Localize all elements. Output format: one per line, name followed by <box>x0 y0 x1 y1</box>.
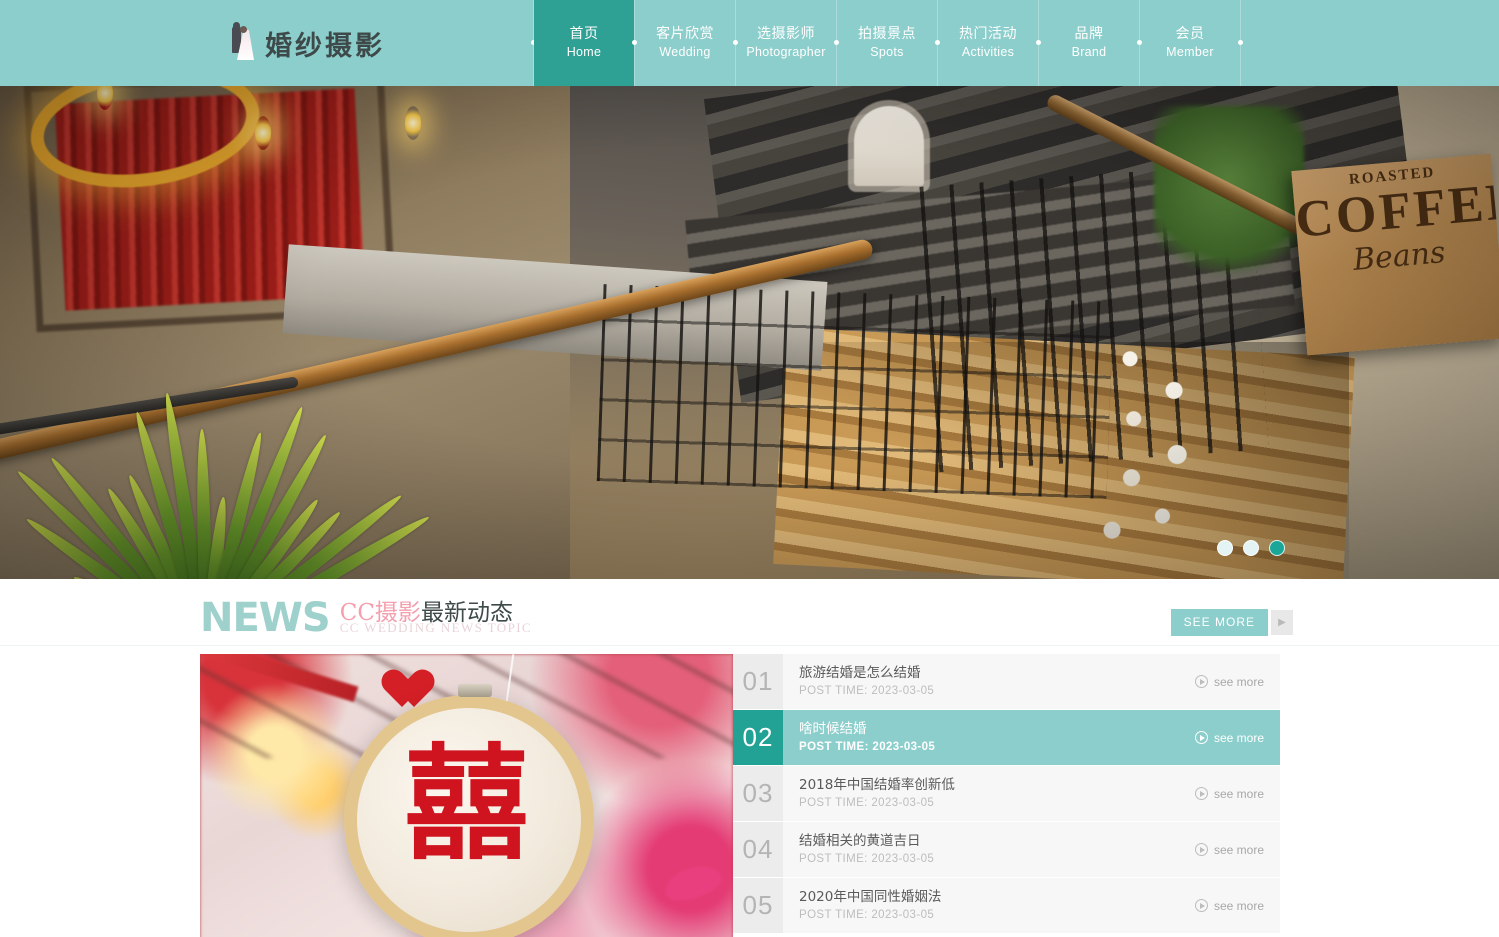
play-circle-icon <box>1194 899 1208 912</box>
news-item-date: POST TIME: 2023-03-05 <box>799 909 935 921</box>
hero-carousel[interactable]: ROASTED COFFEE Beans <box>0 86 1499 579</box>
nav-item-brand[interactable]: 品牌 Brand <box>1039 0 1139 86</box>
hero-dot-1[interactable] <box>1217 540 1233 556</box>
news-title-group: NEWS CC摄影最新动态 CC WEDDING NEWS TOPIC <box>200 595 532 645</box>
nav-item-activities[interactable]: 热门活动 Activities <box>938 0 1038 86</box>
news-section: NEWS CC摄影最新动态 CC WEDDING NEWS TOPIC SEE … <box>0 579 1499 937</box>
news-item-see-more-label: see more <box>1213 786 1264 801</box>
news-item-see-more-label: see more <box>1213 730 1264 745</box>
site-header: 婚纱摄影 首页 Home 客片欣赏 Wedding 选摄影师 Photograp… <box>0 0 1499 86</box>
see-more-arrow-icon[interactable]: ▶ <box>1271 610 1293 635</box>
logo-text: 婚纱摄影 <box>265 30 385 62</box>
news-see-more-group: SEE MORE ▶ <box>1170 609 1293 636</box>
news-item-number: 03 <box>733 766 783 821</box>
news-feature-image[interactable]: 囍 <box>200 654 733 937</box>
nav-item-home[interactable]: 首页 Home <box>534 0 634 86</box>
play-circle-icon <box>1194 843 1208 856</box>
news-body: 囍 01 旅游结婚是怎么结婚 POST TIME: 2023-03-05 see… <box>0 646 1499 937</box>
play-circle-icon <box>1194 675 1208 688</box>
nav-item-label-cn: 会员 <box>1175 26 1205 42</box>
hero-carousel-dots <box>1217 540 1285 556</box>
news-list-item[interactable]: 02 啥时候结婚 POST TIME: 2023-03-05 see more <box>733 710 1280 765</box>
palm-plant <box>0 318 470 579</box>
news-item-date: POST TIME: 2023-03-05 <box>799 685 935 697</box>
news-item-title: 2020年中国同性婚姻法 <box>799 889 942 905</box>
news-item-title: 2018年中国结婚率创新低 <box>799 777 955 793</box>
news-item-see-more[interactable]: see more <box>1194 730 1264 745</box>
news-item-title: 啥时候结婚 <box>799 721 867 737</box>
news-item-see-more[interactable]: see more <box>1194 842 1264 857</box>
see-more-button[interactable]: SEE MORE <box>1170 609 1268 636</box>
news-item-see-more[interactable]: see more <box>1194 786 1264 801</box>
hero-dot-3[interactable] <box>1269 540 1285 556</box>
news-item-number: 05 <box>733 878 783 933</box>
nav-item-wedding[interactable]: 客片欣赏 Wedding <box>635 0 735 86</box>
news-heading-sub-group: CC摄影最新动态 CC WEDDING NEWS TOPIC <box>340 600 532 637</box>
news-item-content: 2020年中国同性婚姻法 POST TIME: 2023-03-05 see m… <box>783 878 1280 933</box>
news-list-item[interactable]: 03 2018年中国结婚率创新低 POST TIME: 2023-03-05 s… <box>733 766 1280 821</box>
news-item-content: 结婚相关的黄道吉日 POST TIME: 2023-03-05 see more <box>783 822 1280 877</box>
nav-item-label-en: Photographer <box>746 45 826 59</box>
nav-item-member[interactable]: 会员 Member <box>1140 0 1240 86</box>
nav-item-label-cn: 品牌 <box>1074 26 1104 42</box>
news-item-see-more-label: see more <box>1213 898 1264 913</box>
news-item-content: 旅游结婚是怎么结婚 POST TIME: 2023-03-05 see more <box>783 654 1280 709</box>
news-item-content: 2018年中国结婚率创新低 POST TIME: 2023-03-05 see … <box>783 766 1280 821</box>
news-item-content: 啥时候结婚 POST TIME: 2023-03-05 see more <box>783 710 1280 765</box>
news-item-number: 04 <box>733 822 783 877</box>
nav-item-label-cn: 选摄影师 <box>757 26 815 42</box>
nav-separator-7 <box>1238 0 1243 86</box>
nav-item-label-cn: 首页 <box>569 26 599 42</box>
news-list-item[interactable]: 05 2020年中国同性婚姻法 POST TIME: 2023-03-05 se… <box>733 878 1280 933</box>
news-list-item[interactable]: 04 结婚相关的黄道吉日 POST TIME: 2023-03-05 see m… <box>733 822 1280 877</box>
nav-item-label-cn: 拍摄景点 <box>858 26 916 42</box>
main-navigation: 首页 Home 客片欣赏 Wedding 选摄影师 Photographer 拍… <box>531 0 1499 86</box>
hero-dot-2[interactable] <box>1243 540 1259 556</box>
site-logo[interactable]: 婚纱摄影 <box>0 0 533 86</box>
news-list: 01 旅游结婚是怎么结婚 POST TIME: 2023-03-05 see m… <box>733 654 1499 937</box>
nav-item-label-en: Home <box>566 45 602 59</box>
news-heading-en: NEWS <box>200 595 331 641</box>
news-item-see-more[interactable]: see more <box>1194 898 1264 913</box>
nav-item-label-en: Wedding <box>659 45 711 59</box>
nav-item-label-cn: 客片欣赏 <box>656 26 714 42</box>
nav-item-label-en: Spots <box>870 45 904 59</box>
news-list-item[interactable]: 01 旅游结婚是怎么结婚 POST TIME: 2023-03-05 see m… <box>733 654 1280 709</box>
news-item-date: POST TIME: 2023-03-05 <box>799 797 935 809</box>
nav-item-label-en: Member <box>1166 45 1214 59</box>
play-circle-icon <box>1194 787 1208 800</box>
nav-item-label-en: Brand <box>1071 45 1107 59</box>
coffee-sign: ROASTED COFFEE Beans <box>1291 153 1499 356</box>
news-item-see-more[interactable]: see more <box>1194 674 1264 689</box>
bride-groom-icon <box>225 22 255 64</box>
nav-item-spots[interactable]: 拍摄景点 Spots <box>837 0 937 86</box>
news-heading-subtitle: CC WEDDING NEWS TOPIC <box>339 620 533 635</box>
double-happiness-glyph: 囍 <box>404 732 529 877</box>
nav-item-photographer[interactable]: 选摄影师 Photographer <box>736 0 836 86</box>
nav-item-label-cn: 热门活动 <box>959 26 1017 42</box>
news-item-see-more-label: see more <box>1213 674 1264 689</box>
hero-image: ROASTED COFFEE Beans <box>0 86 1499 579</box>
news-item-number: 02 <box>733 710 783 765</box>
news-item-date: POST TIME: 2023-03-05 <box>799 853 935 865</box>
news-header: NEWS CC摄影最新动态 CC WEDDING NEWS TOPIC SEE … <box>0 579 1499 646</box>
news-item-title: 旅游结婚是怎么结婚 <box>799 665 921 681</box>
news-item-title: 结婚相关的黄道吉日 <box>799 833 921 849</box>
news-item-number: 01 <box>733 654 783 709</box>
play-circle-icon <box>1194 731 1208 744</box>
nav-tail-spacer <box>1241 0 1499 86</box>
news-item-date: POST TIME: 2023-03-05 <box>799 741 936 753</box>
nav-item-label-en: Activities <box>961 45 1015 59</box>
news-item-see-more-label: see more <box>1213 842 1264 857</box>
